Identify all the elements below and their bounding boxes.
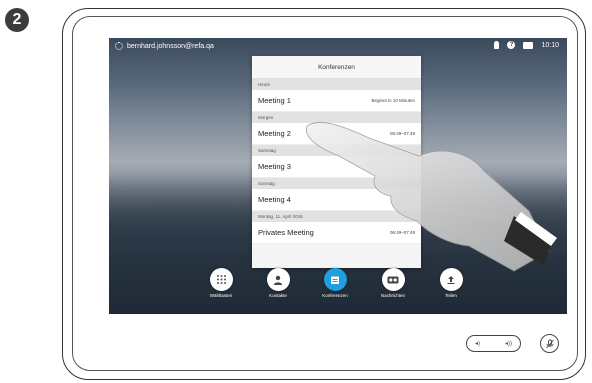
messages-label: Nachrichten	[380, 293, 405, 298]
step-badge: 2	[5, 8, 29, 32]
volume-down-icon[interactable]: ◂)	[475, 340, 480, 347]
person-icon	[266, 268, 290, 291]
volume-control[interactable]: ◂) ◂))	[466, 335, 521, 352]
meeting-row[interactable]: Meeting 1 Beginnt in 10 Minuten	[252, 90, 421, 112]
status-icons: ? 10:10	[494, 41, 559, 49]
help-icon[interactable]: ?	[507, 41, 516, 49]
dial-button[interactable]: Wähltasten	[201, 268, 241, 298]
clock-time: 10:10	[541, 41, 559, 49]
meeting-note: Beginnt in 10 Minuten	[371, 98, 415, 103]
meeting-name: Meeting 2	[258, 129, 291, 138]
touch-screen: bernhard.johnsson@refa.qa ? 10:10 Konfer…	[109, 38, 567, 314]
contacts-label: Kontakte	[269, 293, 287, 298]
share-label: Teilen	[445, 293, 457, 298]
keypad-icon	[209, 268, 233, 291]
gear-icon	[115, 42, 123, 50]
panel-title: Konferenzen	[252, 56, 421, 79]
status-bar: bernhard.johnsson@refa.qa ? 10:10	[109, 38, 567, 54]
volume-up-icon[interactable]: ◂))	[505, 340, 512, 347]
meeting-name: Meeting 4	[258, 195, 291, 204]
voicemail-icon	[381, 268, 405, 291]
calendar-icon	[323, 268, 347, 291]
meetings-label: Konferenzen	[322, 293, 348, 298]
meeting-name: Meeting 3	[258, 162, 291, 171]
camera-icon[interactable]	[523, 41, 534, 49]
user-info[interactable]: bernhard.johnsson@refa.qa	[115, 42, 214, 50]
microphone-muted-icon	[545, 339, 554, 348]
mute-microphone-button[interactable]	[540, 334, 559, 353]
meeting-name: Meeting 1	[258, 96, 291, 105]
contacts-button[interactable]: Kontakte	[258, 268, 298, 298]
lightbulb-icon[interactable]	[494, 41, 500, 49]
meetings-button[interactable]: Konferenzen	[315, 268, 355, 298]
dial-label: Wähltasten	[209, 293, 233, 298]
share-button[interactable]: Teilen	[431, 268, 471, 298]
pointing-hand-illustration	[306, 122, 557, 272]
upload-icon	[439, 268, 463, 291]
messages-button[interactable]: Nachrichten	[373, 268, 413, 298]
user-email: bernhard.johnsson@refa.qa	[127, 42, 214, 50]
section-header: Heute	[252, 79, 421, 90]
